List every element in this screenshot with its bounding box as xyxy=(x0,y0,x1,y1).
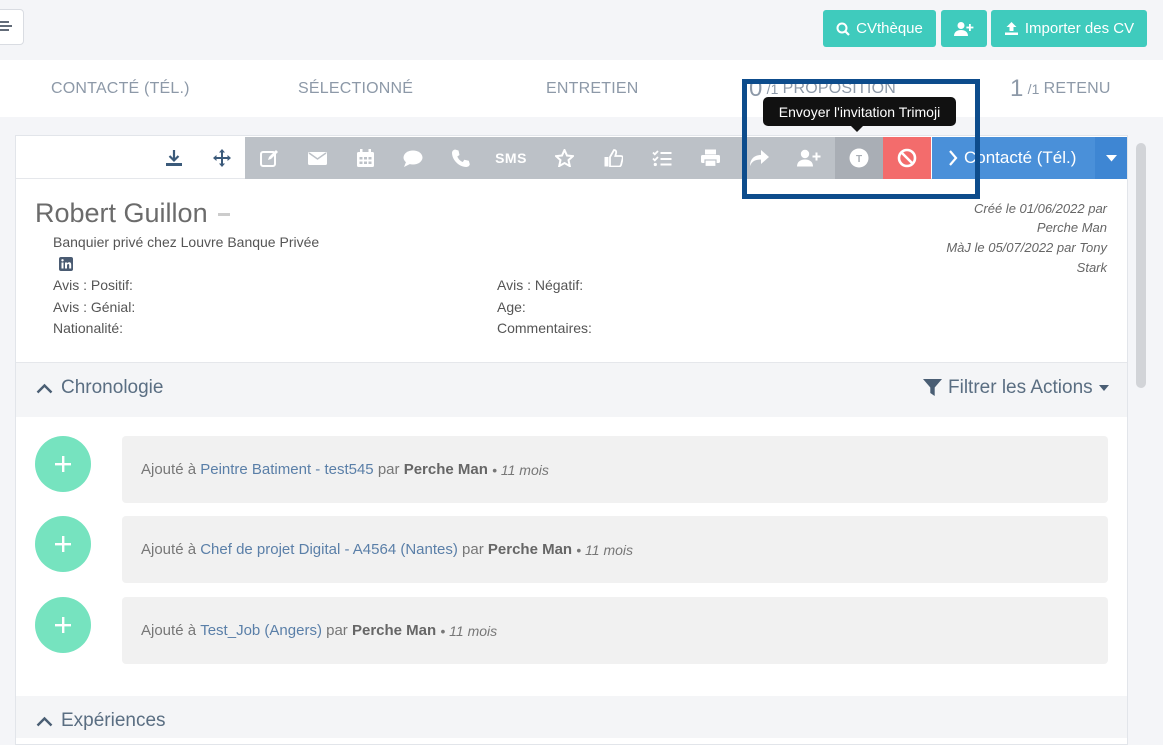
avis-positif-field: Avis : Positif: xyxy=(53,277,133,293)
timeline-user: Perche Man xyxy=(403,461,488,478)
comment-button[interactable] xyxy=(389,137,437,179)
stage-label: CONTACTÉ (TÉL.) xyxy=(51,79,190,97)
printer-icon xyxy=(700,149,720,167)
chronologie-toggle[interactable]: Chronologie xyxy=(36,377,163,399)
timeline-time: • 11 mois xyxy=(492,461,549,478)
search-icon xyxy=(836,22,850,36)
move-icon xyxy=(213,149,231,167)
add-candidate-button[interactable] xyxy=(941,10,987,47)
checklist-icon xyxy=(652,149,672,166)
stage-total: /1 xyxy=(1027,80,1040,97)
timeline-item: Ajouté à Chef de projet Digital - A4564 … xyxy=(122,516,1108,583)
timeline-add-icon xyxy=(35,436,91,492)
stage-contacte[interactable]: CONTACTÉ (TÉL.) xyxy=(51,60,190,117)
sms-label: SMS xyxy=(495,150,527,166)
phone-icon xyxy=(452,149,470,167)
highlight-box xyxy=(742,79,980,199)
timeline-item: Ajouté à Test_Job (Angers) par Perche Ma… xyxy=(122,597,1108,664)
upload-icon xyxy=(1004,22,1018,35)
edit-icon xyxy=(259,149,278,167)
timeline-time: • 11 mois xyxy=(440,622,498,639)
experiences-title: Expériences xyxy=(61,710,166,731)
add-user-icon xyxy=(954,21,974,36)
timeline-prefix: Ajouté à xyxy=(141,541,197,558)
status-dropdown-button[interactable] xyxy=(1095,137,1127,179)
filter-actions-dropdown[interactable]: Filtrer les Actions xyxy=(923,377,1109,399)
avis-negatif-field: Avis : Négatif: xyxy=(497,277,584,293)
checklist-button[interactable] xyxy=(638,137,686,179)
stage-label: ENTRETIEN xyxy=(546,79,639,97)
created-by: Perche Man xyxy=(1036,220,1107,235)
cvtheque-label: CVthèque xyxy=(856,20,923,37)
timeline-user: Perche Man xyxy=(487,541,573,558)
cvtheque-button[interactable]: CVthèque xyxy=(823,10,936,47)
email-button[interactable] xyxy=(293,137,341,179)
nationalite-field: Nationalité: xyxy=(53,320,124,336)
stage-selectionne[interactable]: SÉLECTIONNÉ xyxy=(298,60,413,117)
move-button[interactable] xyxy=(198,137,246,179)
stage-label: SÉLECTIONNÉ xyxy=(298,79,414,97)
updated-by: Stark xyxy=(1076,260,1107,275)
star-icon xyxy=(554,149,574,167)
calendar-button[interactable] xyxy=(341,137,389,179)
updated-date: MàJ le 05/07/2022 par Tony xyxy=(946,240,1107,255)
comment-icon xyxy=(403,150,423,167)
timeline-add-icon xyxy=(35,597,91,653)
timeline-add-icon xyxy=(35,516,91,572)
calendar-icon xyxy=(356,149,374,167)
commentaires-field: Commentaires: xyxy=(497,320,592,336)
timeline-par: par xyxy=(377,461,400,478)
timeline-job-link[interactable]: Test_Job (Angers) xyxy=(200,622,322,639)
chevron-up-icon xyxy=(36,383,53,393)
chronologie-title: Chronologie xyxy=(61,377,164,398)
pipeline-bar: CONTACTÉ (TÉL.) SÉLECTIONNÉ ENTRETIEN 0 … xyxy=(0,60,1163,117)
status-label: Contacté (Tél.) xyxy=(964,148,1077,167)
envelope-icon xyxy=(307,151,327,165)
timeline-time: • 11 mois xyxy=(576,541,634,558)
import-cv-label: Importer des CV xyxy=(1024,20,1135,37)
stage-label: RETENU xyxy=(1043,79,1111,97)
edit-button[interactable] xyxy=(245,137,293,179)
filter-icon xyxy=(923,379,942,396)
like-button[interactable] xyxy=(589,137,637,179)
timeline-job-link[interactable]: Peintre Batiment - test545 xyxy=(200,461,373,478)
experiences-toggle[interactable]: Expériences xyxy=(36,710,166,732)
menu-lines-icon xyxy=(0,21,12,31)
favorite-button[interactable] xyxy=(540,137,588,179)
thumbs-up-icon xyxy=(604,149,623,167)
candidate-job: Banquier privé chez Louvre Banque Privée xyxy=(53,234,320,250)
timeline-prefix: Ajouté à xyxy=(141,622,197,639)
chevron-up-icon xyxy=(36,716,53,726)
download-icon xyxy=(166,150,182,166)
avis-genial-field: Avis : Génial: xyxy=(53,299,136,315)
name-dash xyxy=(218,213,230,216)
experiences-header xyxy=(16,696,1127,738)
timeline-par: par xyxy=(326,622,348,639)
timeline-prefix: Ajouté à xyxy=(141,461,197,478)
phone-button[interactable] xyxy=(437,137,485,179)
timeline-item: Ajouté à Peintre Batiment - test545 par … xyxy=(122,436,1108,503)
scrollbar-thumb[interactable] xyxy=(1136,143,1146,388)
stage-count: 1 xyxy=(1010,74,1024,102)
age-field: Age: xyxy=(497,299,526,315)
stage-retenu[interactable]: 1 /1 RETENU xyxy=(1010,60,1111,117)
created-date: Créé le 01/06/2022 par xyxy=(974,201,1107,216)
download-button[interactable] xyxy=(150,137,198,179)
timeline-user: Perche Man xyxy=(351,622,437,639)
caret-down-icon xyxy=(1105,154,1117,161)
filter-label: Filtrer les Actions xyxy=(948,377,1093,398)
print-button[interactable] xyxy=(686,137,734,179)
sms-button[interactable]: SMS xyxy=(485,137,537,179)
stage-entretien[interactable]: ENTRETIEN xyxy=(546,60,638,117)
linkedin-icon[interactable] xyxy=(59,257,73,276)
timeline-job-link[interactable]: Chef de projet Digital - A4564 (Nantes) xyxy=(200,541,458,558)
timeline-par: par xyxy=(462,541,484,558)
import-cv-button[interactable]: Importer des CV xyxy=(991,10,1147,47)
caret-down-icon xyxy=(1098,385,1109,391)
candidate-name: Robert Guillon xyxy=(35,198,208,228)
menu-toggle-button[interactable] xyxy=(0,9,24,45)
